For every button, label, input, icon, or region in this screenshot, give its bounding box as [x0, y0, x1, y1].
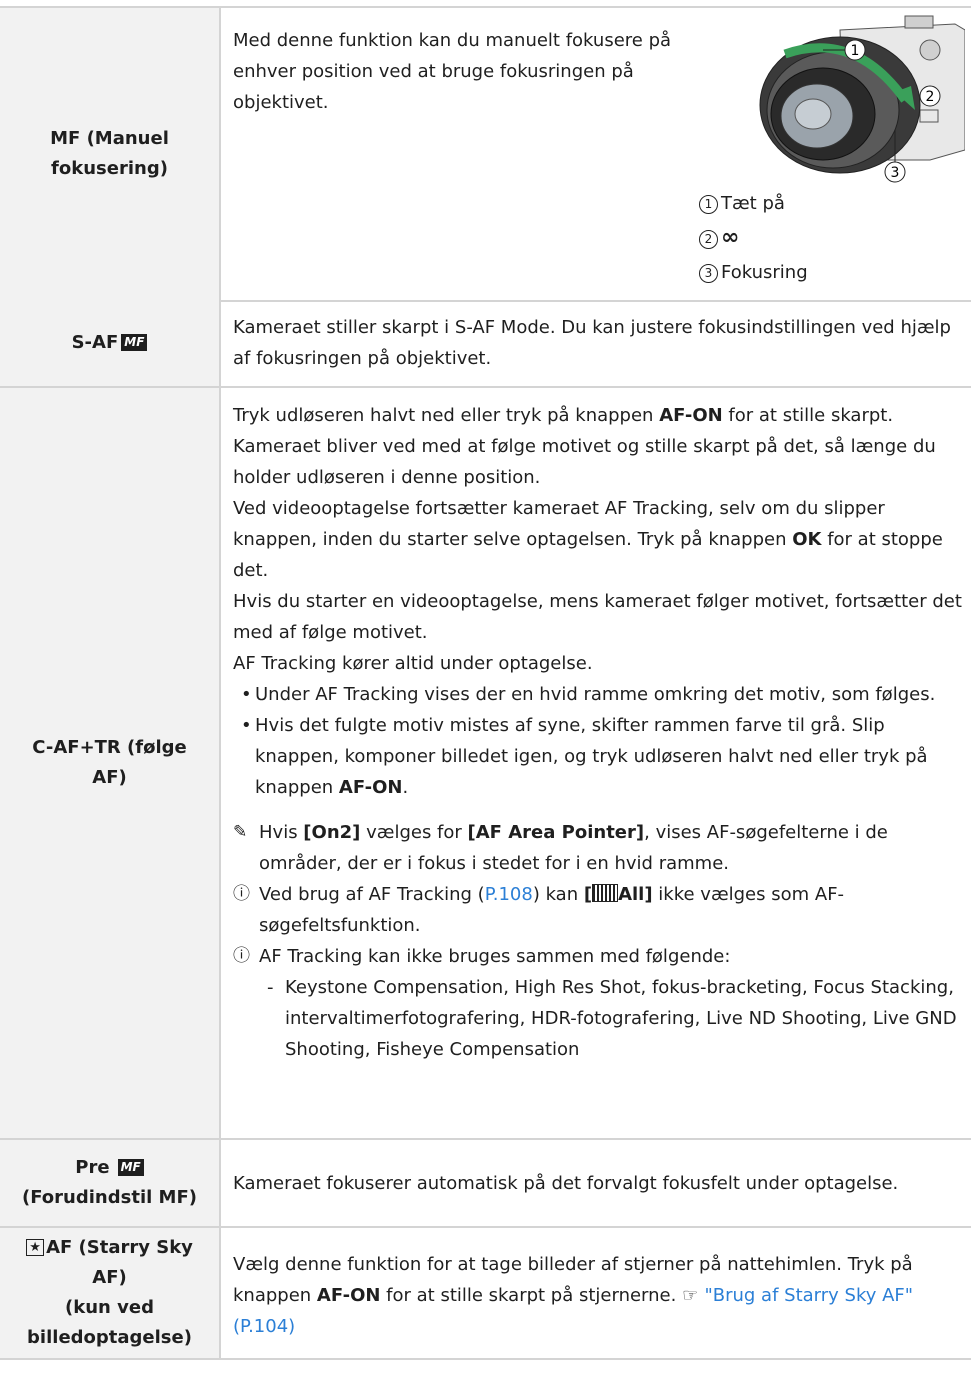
legend-item-infinity: 2 ∞: [699, 221, 808, 256]
row-label: Pre: [75, 1157, 110, 1178]
callout-2: 2: [919, 85, 941, 107]
content-cell-pre-mf: Kameraet fokuserer automatisk på det for…: [233, 1140, 971, 1226]
table-row-caf-tr: C-AF+TR (følge AF) Tryk udløseren halvt …: [0, 388, 971, 1140]
content-cell-saf-mf: Kameraet stiller skarpt i S-AF Mode. Du …: [233, 300, 971, 386]
caf-paragraph-2: Ved videooptagelse fortsætter kameraet A…: [233, 498, 943, 581]
caf-tip: ✎ Hvis [On2] vælges for [AF Area Pointer]…: [233, 817, 965, 879]
caf-caution-2-item: Keystone Compensation, High Res Shot, fo…: [233, 972, 965, 1065]
caf-paragraph-4: AF Tracking kører altid under optagelse.: [233, 653, 593, 674]
svg-text:2: 2: [926, 89, 935, 105]
mf-badge-icon: MF: [121, 334, 148, 351]
label-cell-saf-mf: S-AF MF: [0, 300, 221, 386]
row-label: ★ AF (Starry Sky AF): [20, 1233, 200, 1293]
caf-caution-1: ⓘ Ved brug af AF Tracking (P.108) kan [Al…: [233, 879, 965, 941]
saf-mf-description: Kameraet stiller skarpt i S-AF Mode. Du …: [233, 317, 951, 369]
starry-sky-description: Vælg denne funktion for at tage billeder…: [233, 1254, 914, 1337]
camera-focus-ring-illustration: 1 2 3: [745, 10, 965, 190]
row-label: S-AF: [71, 332, 119, 353]
all-area-grid-icon: [592, 884, 619, 902]
label-cell-pre-mf: Pre MF (Forudindstil MF): [0, 1140, 221, 1226]
content-cell-mf: Med denne funktion kan du manuelt fokuse…: [233, 8, 971, 300]
row-label: MF (Manuel fokusering): [50, 128, 169, 179]
row-sublabel: (Forudindstil MF): [22, 1187, 197, 1208]
legend-item-focus-ring: 3 Fokusring: [699, 256, 808, 290]
label-cell-starry-sky-af: ★ AF (Starry Sky AF) (kun ved billedoptag…: [0, 1228, 221, 1358]
label-cell-caf-tr: C-AF+TR (følge AF): [0, 388, 221, 1138]
caf-caution-2: ⓘ AF Tracking kan ikke bruges sammen med …: [233, 941, 965, 972]
legend-item-near: 1 Tæt på: [699, 187, 808, 221]
content-cell-starry-sky-af: Vælg denne funktion for at tage billeder…: [233, 1228, 971, 1358]
tip-icon: ✎: [233, 822, 248, 842]
row-label: C-AF+TR (følge AF): [32, 737, 187, 788]
mf-badge-icon: MF: [117, 1159, 144, 1176]
label-cell-mf: MF (Manuel fokusering): [0, 8, 221, 300]
content-cell-caf-tr: Tryk udløseren halvt ned eller tryk på k…: [233, 388, 971, 1138]
svg-text:3: 3: [891, 165, 900, 181]
page-link-p108[interactable]: P.108: [485, 884, 533, 905]
row-sublabel: (kun ved billedoptagelse): [27, 1297, 192, 1348]
caf-bullet-1: Under AF Tracking vises der en hvid ramm…: [233, 679, 965, 710]
table-row-pre-mf: Pre MF (Forudindstil MF) Kameraet fokuser…: [0, 1140, 971, 1228]
mf-description: Med denne funktion kan du manuelt fokuse…: [233, 30, 672, 113]
table-row-saf-mf: S-AF MF Kameraet stiller skarpt i S-AF Mo…: [0, 300, 971, 388]
svg-text:1: 1: [851, 43, 860, 59]
camera-legend: 1 Tæt på 2 ∞ 3 Fokusring: [699, 187, 808, 290]
table-row-mf: MF (Manuel fokusering) Med denne funktio…: [0, 6, 971, 302]
caution-icon: ⓘ: [233, 884, 250, 904]
caution-icon: ⓘ: [233, 946, 250, 966]
caf-bullet-2: Hvis det fulgte motiv mistes af syne, sk…: [233, 710, 965, 803]
pre-mf-description: Kameraet fokuserer automatisk på det for…: [233, 1173, 899, 1194]
table-row-starry-sky-af: ★ AF (Starry Sky AF) (kun ved billedoptag…: [0, 1228, 971, 1360]
reference-hand-icon: ☞: [682, 1285, 705, 1306]
caf-paragraph-1: Tryk udløseren halvt ned eller tryk på k…: [233, 405, 936, 488]
caf-paragraph-3: Hvis du starter en videooptagelse, mens …: [233, 591, 962, 643]
starry-sky-icon: ★: [26, 1239, 45, 1256]
